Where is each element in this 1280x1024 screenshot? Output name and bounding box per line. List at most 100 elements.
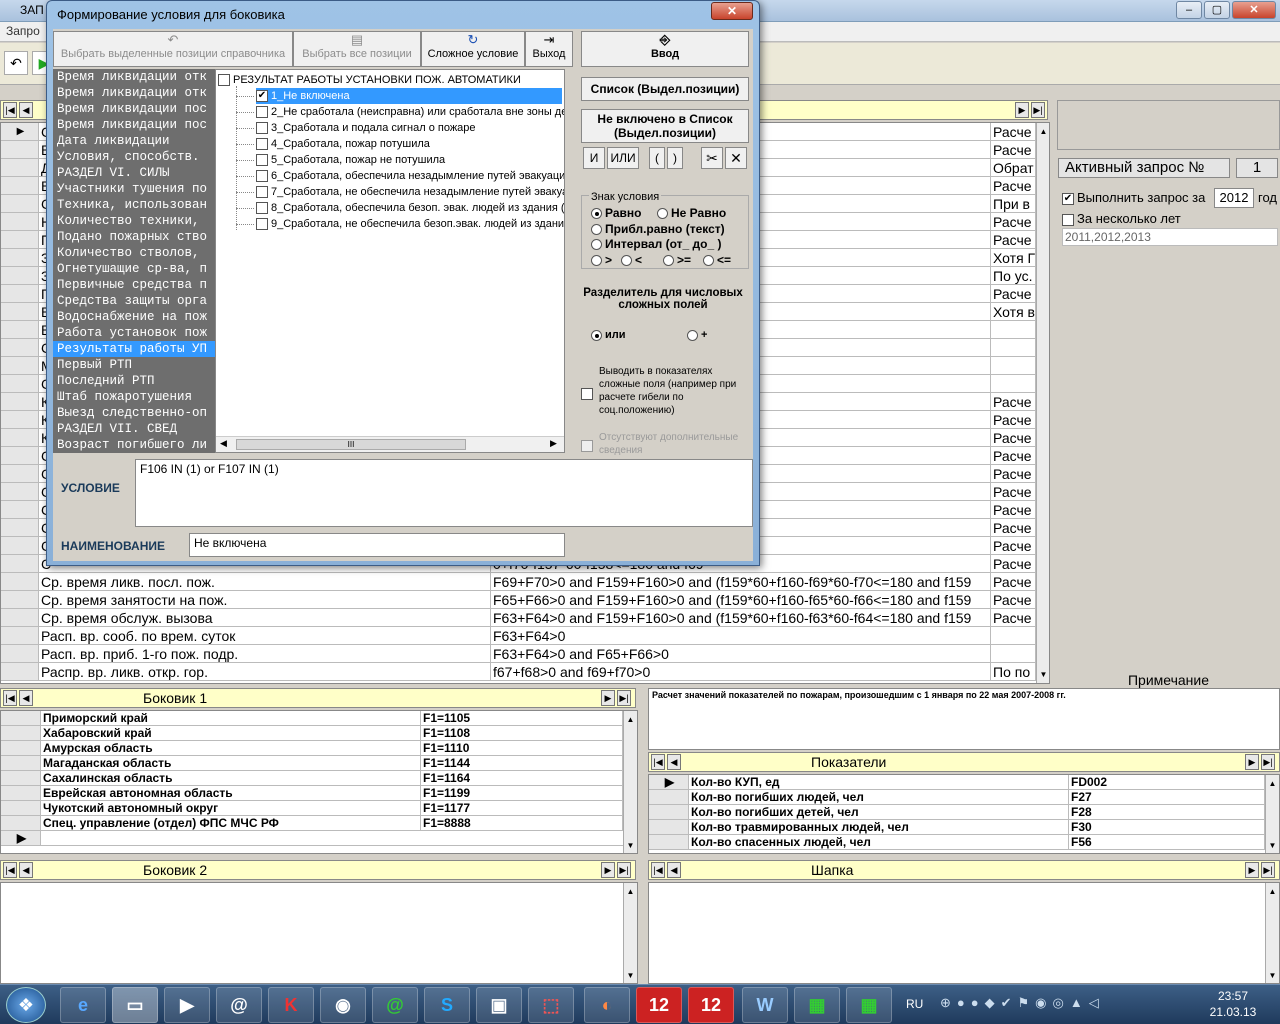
- row-note-cell[interactable]: Расче: [991, 465, 1036, 482]
- section-list-item[interactable]: Огнетушащие ср-ва, п: [53, 261, 215, 277]
- year-input[interactable]: 2012: [1214, 188, 1254, 208]
- row-name-cell[interactable]: Магаданская область: [41, 756, 421, 770]
- table-row[interactable]: Магаданская область F1=1144: [1, 756, 623, 771]
- tree-item[interactable]: 8_Сработала, обеспечила безоп. эвак. люд…: [256, 200, 564, 216]
- row-note-cell[interactable]: Расче: [991, 393, 1036, 410]
- last-record-icon[interactable]: ▶|: [617, 690, 631, 706]
- icq-icon[interactable]: @: [372, 987, 418, 1023]
- row-indicator[interactable]: [1, 339, 39, 356]
- scroll-up-icon[interactable]: ▲: [1037, 125, 1049, 138]
- row-indicator[interactable]: [1, 573, 39, 590]
- row-indicator[interactable]: [1, 801, 41, 815]
- row-name-cell[interactable]: Расп. вр. сооб. по врем. суток: [39, 627, 491, 644]
- section-list-item[interactable]: Работа установок пож: [53, 325, 215, 341]
- section-list-item[interactable]: Водоснабжение на пож: [53, 309, 215, 325]
- row-indicator[interactable]: ▶: [649, 775, 689, 789]
- row-note-cell[interactable]: Расче: [991, 519, 1036, 536]
- select-all-button[interactable]: ▤ Выбрать все позиции: [293, 31, 421, 67]
- row-code-cell[interactable]: F27: [1069, 790, 1265, 804]
- row-note-cell[interactable]: По по: [991, 663, 1036, 680]
- next-record-icon[interactable]: ▶: [1245, 754, 1259, 770]
- row-name-cell[interactable]: Амурская область: [41, 741, 421, 755]
- tree-root-checkbox[interactable]: [218, 74, 230, 87]
- row-name-cell[interactable]: Хабаровский край: [41, 726, 421, 740]
- next-record-icon[interactable]: ▶: [601, 690, 615, 706]
- row-note-cell[interactable]: Расче: [991, 501, 1036, 518]
- scroll-up-icon[interactable]: ▲: [1266, 885, 1279, 898]
- section-list-item[interactable]: Время ликвидации отк: [53, 85, 215, 101]
- section-list[interactable]: Время ликвидации отк Время ликвидации отк…: [53, 69, 215, 453]
- row-formula-cell[interactable]: F63+F64>0 and F159+F160>0 and (f159*60+f…: [491, 609, 991, 626]
- row-name-cell[interactable]: Кол-во травмированных людей, чел: [689, 820, 1069, 834]
- bokovik2-grid[interactable]: ▲ ▼: [0, 882, 638, 984]
- row-indicator[interactable]: [1, 663, 39, 680]
- sign-eq[interactable]: Равно: [591, 206, 641, 220]
- row-indicator[interactable]: [649, 805, 689, 819]
- row-indicator[interactable]: [1, 627, 39, 644]
- section-list-item[interactable]: Последний РТП: [53, 373, 215, 389]
- row-indicator[interactable]: [1, 249, 39, 266]
- name-input[interactable]: Не включена: [189, 533, 565, 557]
- scroll-down-icon[interactable]: ▼: [1266, 839, 1279, 852]
- row-indicator[interactable]: [1, 483, 39, 500]
- prev-record-icon[interactable]: ◀: [19, 690, 33, 706]
- paren-close-button[interactable]: ): [667, 147, 683, 169]
- row-indicator[interactable]: [649, 835, 689, 849]
- sep-plus-radio[interactable]: [687, 329, 698, 341]
- list-button[interactable]: Список (Выдел.позиции): [581, 77, 749, 101]
- row-indicator[interactable]: [1, 213, 39, 230]
- table-row[interactable]: Спец. управление (отдел) ФПС МЧС РФ F1=88…: [1, 816, 623, 831]
- row-indicator[interactable]: [1, 141, 39, 158]
- section-list-item[interactable]: Первичные средства п: [53, 277, 215, 293]
- tree-item[interactable]: 2_Не сработала (неисправна) или сработал…: [256, 104, 564, 120]
- scroll-down-icon[interactable]: ▼: [624, 839, 637, 852]
- badge1-icon[interactable]: 12: [636, 987, 682, 1023]
- row-code-cell[interactable]: F28: [1069, 805, 1265, 819]
- row-indicator[interactable]: [1, 357, 39, 374]
- sign-ne-radio[interactable]: [657, 208, 668, 220]
- row-name-cell[interactable]: Кол-во погибших людей, чел: [689, 790, 1069, 804]
- exit-button[interactable]: ⇥ Выход: [525, 31, 573, 67]
- internet-explorer-icon[interactable]: e: [60, 987, 106, 1023]
- row-name-cell[interactable]: Кол-во КУП, ед: [689, 775, 1069, 789]
- row-formula-cell[interactable]: F69+F70>0 and F159+F160>0 and (f159*60+f…: [491, 573, 991, 590]
- media-player-icon[interactable]: ▶: [164, 987, 210, 1023]
- tree-hscroll-thumb[interactable]: III: [236, 439, 466, 450]
- row-name-cell[interactable]: Расп. вр. приб. 1-го пож. подр.: [39, 645, 491, 662]
- email-icon[interactable]: @: [216, 987, 262, 1023]
- row-indicator[interactable]: [1, 816, 41, 830]
- app-icon[interactable]: ⬚: [528, 987, 574, 1023]
- table-row[interactable]: Ср. время ликв. посл. пож. F69+F70>0 and …: [1, 573, 1036, 591]
- row-indicator[interactable]: [1, 501, 39, 518]
- last-record-icon[interactable]: ▶|: [1261, 754, 1275, 770]
- row-note-cell[interactable]: Расче: [991, 573, 1036, 590]
- row-name-cell[interactable]: Ср. время ликв. посл. пож.: [39, 573, 491, 590]
- row-code-cell[interactable]: F1=1110: [421, 741, 623, 755]
- table-row[interactable]: Распр. вр. ликв. откр. гор. f67+f68>0 and…: [1, 663, 1036, 681]
- table-row[interactable]: Хабаровский край F1=1108: [1, 726, 623, 741]
- scroll-down-icon[interactable]: ▼: [1037, 668, 1049, 681]
- row-name-cell[interactable]: Спец. управление (отдел) ФПС МЧС РФ: [41, 816, 421, 830]
- row-note-cell[interactable]: [991, 645, 1036, 662]
- row-indicator[interactable]: [649, 820, 689, 834]
- sign-interval-radio[interactable]: [591, 239, 602, 251]
- last-record-icon[interactable]: ▶|: [617, 862, 631, 878]
- save-icon[interactable]: ▣: [476, 987, 522, 1023]
- table-row[interactable]: Кол-во погибших людей, чел F27: [649, 790, 1265, 805]
- row-note-cell[interactable]: Расче: [991, 447, 1036, 464]
- row-formula-cell[interactable]: f67+f68>0 and f69+f70>0: [491, 663, 991, 680]
- menu-item-zapros[interactable]: Запро: [6, 24, 40, 38]
- section-list-item[interactable]: РАЗДЕЛ VII. СВЕД: [53, 421, 215, 437]
- row-indicator[interactable]: [1, 447, 39, 464]
- tree-item-checkbox[interactable]: [256, 106, 268, 119]
- explorer-icon[interactable]: ▭: [112, 987, 158, 1023]
- bokovik1-scrollbar[interactable]: ▲ ▼: [623, 711, 637, 853]
- word-icon[interactable]: W: [742, 987, 788, 1023]
- table-row[interactable]: Сахалинская область F1=1164: [1, 771, 623, 786]
- row-indicator[interactable]: [1, 321, 39, 338]
- row-indicator[interactable]: [1, 195, 39, 212]
- prev-record-icon[interactable]: ◀: [19, 862, 33, 878]
- shapka-scrollbar[interactable]: ▲ ▼: [1265, 883, 1279, 983]
- minimize-button[interactable]: –: [1176, 1, 1202, 19]
- section-list-item[interactable]: Первый РТП: [53, 357, 215, 373]
